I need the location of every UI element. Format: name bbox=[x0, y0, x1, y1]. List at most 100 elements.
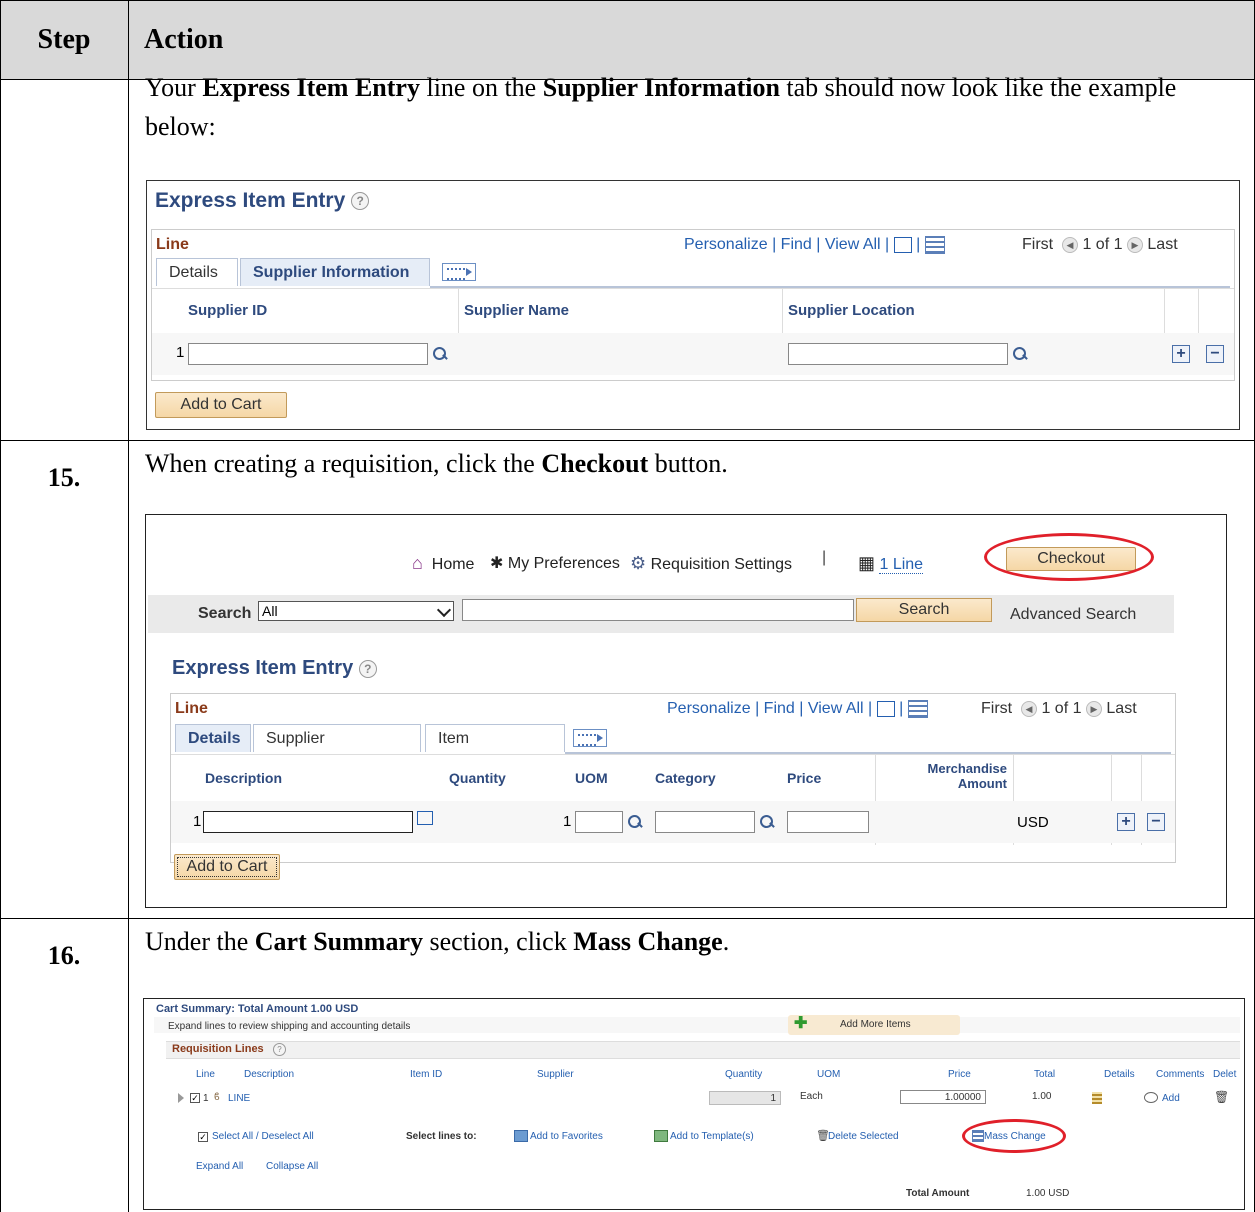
row-number: 1 bbox=[193, 813, 202, 830]
details-icon[interactable] bbox=[1092, 1092, 1102, 1104]
grid-title: Line bbox=[156, 236, 189, 253]
personalize-link[interactable]: Personalize bbox=[684, 236, 768, 253]
tab-details[interactable]: Details bbox=[156, 258, 238, 286]
advanced-search-link[interactable]: Advanced Search bbox=[1010, 606, 1136, 624]
row-description-link[interactable]: LINE bbox=[228, 1093, 250, 1104]
row-number: 1 bbox=[176, 344, 185, 361]
category-input[interactable] bbox=[655, 811, 755, 833]
line-item-icon: ϐ bbox=[214, 1092, 220, 1103]
requisition-lines-title: Requisition Lines bbox=[172, 1043, 264, 1055]
range-label: 1 of 1 bbox=[1082, 236, 1123, 253]
grid-title: Line bbox=[175, 700, 208, 717]
column-header-row: Description Quantity UOM Category Price … bbox=[171, 754, 1175, 845]
row-2-instruction: When creating a requisition, click the C… bbox=[145, 449, 728, 478]
add-row-button[interactable]: + bbox=[1117, 813, 1135, 831]
requisition-settings-link[interactable]: ⚙ Requisition Settings bbox=[630, 553, 792, 574]
delete-row-button[interactable]: − bbox=[1206, 345, 1224, 363]
highlight-circle bbox=[962, 1119, 1066, 1153]
find-link[interactable]: Find bbox=[764, 700, 795, 717]
price-input[interactable] bbox=[787, 811, 869, 833]
next-arrow-icon[interactable]: ▶ bbox=[1126, 236, 1143, 253]
grid-pagination: First ◀ 1 of 1 ▶ Last bbox=[1022, 236, 1178, 254]
delete-row-button[interactable]: − bbox=[1147, 813, 1165, 831]
tab-details[interactable]: Details bbox=[175, 724, 251, 752]
help-icon[interactable]: ? bbox=[358, 659, 377, 678]
next-arrow-icon[interactable]: ▶ bbox=[1085, 700, 1102, 717]
tab-item-information[interactable]: Item Information bbox=[425, 724, 565, 775]
row-checkbox[interactable]: ✓ bbox=[190, 1093, 200, 1103]
find-link[interactable]: Find bbox=[781, 236, 812, 253]
view-all-link[interactable]: View All bbox=[808, 700, 864, 717]
personalize-link[interactable]: Personalize bbox=[667, 700, 751, 717]
add-comment-link[interactable]: Add bbox=[1162, 1093, 1180, 1104]
column-description: Description bbox=[205, 770, 283, 786]
row-divider bbox=[0, 918, 1255, 919]
supplier-location-lookup-icon[interactable] bbox=[1012, 346, 1028, 362]
expand-row-arrow-icon[interactable] bbox=[178, 1093, 184, 1103]
cart-summary-title: Cart Summary: Total Amount 1.00 USD bbox=[156, 1003, 359, 1015]
trash-icon[interactable]: 🗑 bbox=[1214, 1090, 1229, 1104]
expand-description-icon[interactable] bbox=[417, 811, 433, 825]
search-category-select[interactable]: All bbox=[258, 601, 454, 621]
column-uom: UOM bbox=[575, 770, 608, 786]
download-grid-icon[interactable] bbox=[924, 236, 945, 254]
uom-lookup-icon[interactable] bbox=[627, 814, 643, 830]
home-link[interactable]: ⌂ Home bbox=[412, 553, 474, 574]
requisition-lines-header bbox=[166, 1041, 1240, 1059]
column-supplier-location: Supplier Location bbox=[788, 302, 915, 319]
show-all-columns-icon[interactable] bbox=[573, 729, 607, 747]
line-grid: Line Personalize | Find | View All | | F… bbox=[151, 229, 1235, 381]
tab-supplier-information[interactable]: Supplier Information bbox=[240, 258, 430, 286]
description-input[interactable] bbox=[203, 811, 413, 833]
column-quantity: Quantity bbox=[725, 1069, 763, 1080]
search-input[interactable] bbox=[462, 599, 854, 621]
download-grid-icon[interactable] bbox=[907, 700, 928, 718]
line-grid: Line Personalize | Find | View All | | F… bbox=[170, 693, 1176, 863]
add-row-button[interactable]: + bbox=[1172, 345, 1190, 363]
row-1-instruction: Your Express Item Entry line on the Supp… bbox=[145, 73, 1177, 141]
column-supplier-name: Supplier Name bbox=[464, 302, 570, 319]
collapse-all-link[interactable]: Collapse All bbox=[266, 1161, 318, 1172]
add-to-cart-button[interactable]: Add to Cart bbox=[155, 392, 287, 418]
my-preferences-link[interactable]: ✱ My Preferences bbox=[490, 553, 620, 573]
quantity-field: 1 bbox=[709, 1091, 781, 1105]
currency-label: USD bbox=[1017, 814, 1049, 831]
table-row: ✓ 1 ϐ LINE 1 Each 1.00000 1.00 Add 🗑 bbox=[174, 1089, 1240, 1109]
price-input[interactable]: 1.00000 bbox=[900, 1090, 986, 1104]
supplier-id-input[interactable] bbox=[188, 343, 428, 365]
column-category: Category bbox=[655, 770, 716, 786]
cart-lines-link[interactable]: ▦ 1 Line bbox=[858, 553, 924, 574]
new-window-icon[interactable] bbox=[893, 237, 912, 253]
step-column-header: Step bbox=[37, 24, 91, 55]
tab-supplier-information[interactable]: Supplier Information bbox=[253, 724, 421, 775]
total-amount-label: Total Amount bbox=[906, 1188, 970, 1199]
previous-arrow-icon[interactable]: ◀ bbox=[1021, 700, 1037, 717]
column-total: Total bbox=[1034, 1069, 1056, 1080]
screenshot-cart-summary: Cart Summary: Total Amount 1.00 USD Expa… bbox=[143, 998, 1245, 1210]
help-icon[interactable]: ? bbox=[273, 1043, 286, 1056]
help-icon[interactable]: ? bbox=[351, 192, 370, 211]
search-button[interactable]: Search bbox=[856, 598, 992, 622]
expand-all-link[interactable]: Expand All bbox=[196, 1161, 243, 1172]
add-more-items-button[interactable]: ✚ Add More Items bbox=[788, 1015, 960, 1035]
nav-divider: | bbox=[822, 549, 827, 566]
view-all-link[interactable]: View All bbox=[825, 236, 881, 253]
comment-icon[interactable] bbox=[1144, 1092, 1158, 1103]
last-label: Last bbox=[1106, 700, 1137, 717]
uom-input[interactable] bbox=[575, 811, 623, 833]
row-divider bbox=[0, 440, 1255, 441]
column-comments: Comments bbox=[1156, 1069, 1205, 1080]
previous-arrow-icon[interactable]: ◀ bbox=[1062, 236, 1078, 253]
supplier-location-input[interactable] bbox=[788, 343, 1008, 365]
new-window-icon[interactable] bbox=[876, 701, 895, 717]
add-to-cart-button[interactable]: Add to Cart bbox=[174, 854, 280, 880]
category-lookup-icon[interactable] bbox=[759, 814, 775, 830]
select-all-link[interactable]: Select All / Deselect All bbox=[212, 1131, 314, 1142]
show-all-columns-icon[interactable] bbox=[442, 263, 476, 281]
select-all-checkbox[interactable]: ✓ bbox=[198, 1132, 208, 1142]
column-item-id: Item ID bbox=[410, 1069, 443, 1080]
supplier-id-lookup-icon[interactable] bbox=[432, 346, 448, 362]
column-supplier-id: Supplier ID bbox=[188, 302, 268, 319]
table-border-left bbox=[0, 0, 1, 1212]
chevron-down-icon bbox=[436, 602, 452, 618]
